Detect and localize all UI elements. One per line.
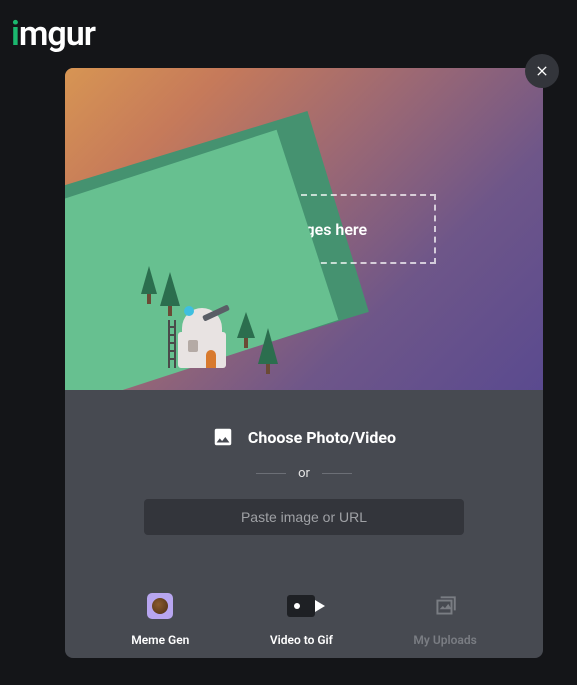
tool-label: Meme Gen [131,633,189,647]
choose-file-label: Choose Photo/Video [248,428,396,447]
or-label: or [298,466,310,481]
tool-video-to-gif[interactable]: Video to Gif [270,591,333,647]
upload-modal: Drop images here Choose Photo/Video or M… [65,68,543,658]
hero-illustration [160,272,180,316]
choose-file-button[interactable]: Choose Photo/Video [65,426,543,448]
video-icon [287,595,315,617]
upload-hero: Drop images here [65,68,543,390]
hero-illustration [237,312,255,348]
close-button[interactable] [525,54,559,88]
image-icon [212,426,234,448]
tool-my-uploads[interactable]: My Uploads [413,591,476,647]
close-icon [534,63,550,79]
or-divider: or [65,466,543,481]
tool-label: Video to Gif [270,633,333,647]
tools-row: Meme Gen Video to Gif My Uploads [65,591,543,647]
tool-meme-gen[interactable]: Meme Gen [131,591,189,647]
tool-label: My Uploads [413,633,476,647]
uploads-icon [429,591,461,621]
meme-icon [147,593,173,619]
hero-illustration [141,266,157,304]
hero-illustration [258,328,278,374]
paste-url-input[interactable] [144,499,464,535]
brand-logo[interactable]: imgur [11,14,95,54]
hero-illustration [178,332,226,368]
